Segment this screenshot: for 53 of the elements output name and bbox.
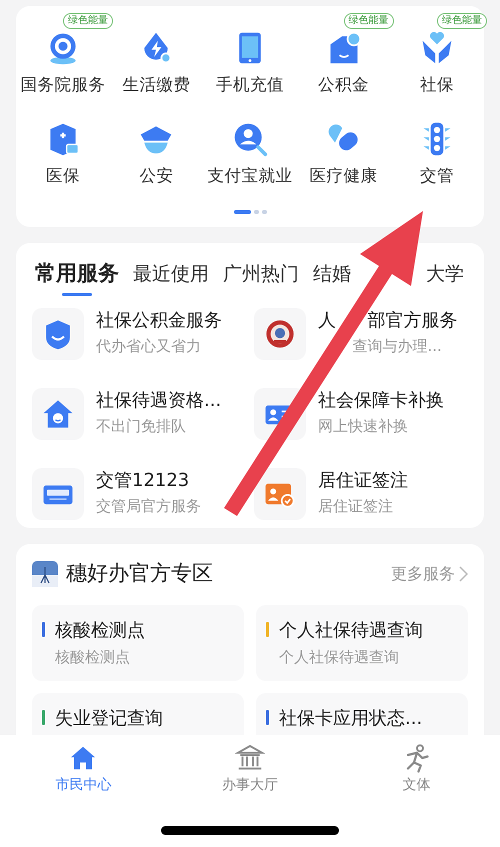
nav-tab[interactable]: 文体 — [333, 735, 500, 805]
icon-tile[interactable] — [254, 468, 306, 520]
service-subtitle: 不出门免排队 — [96, 416, 186, 438]
tile-title: 个人社保待遇查询 — [279, 619, 423, 644]
service-title[interactable]: 人 — [318, 310, 336, 332]
service-subtitle: 交管局官方服务 — [96, 496, 201, 518]
energy-badge: 绿色能量 — [344, 13, 394, 29]
icon-tile[interactable] — [32, 308, 84, 360]
category-tab[interactable]: 常用服务 — [35, 260, 119, 296]
service-title[interactable]: 社保公积金服务 — [96, 310, 222, 332]
service-tile[interactable]: 社保卡应用状态... — [256, 692, 468, 735]
service-label[interactable]: 生活缴费 — [122, 75, 190, 95]
service-label[interactable]: 社保 — [420, 75, 454, 95]
energy-badge: 绿色能量 — [437, 13, 488, 29]
nav-tab[interactable]: 市民中心 — [0, 735, 167, 805]
category-tab[interactable]: 最近使用 — [133, 262, 209, 296]
service-label[interactable]: 医保 — [46, 166, 80, 186]
service-title[interactable]: 交管12123 — [96, 470, 190, 492]
service-label[interactable]: 手机充值 — [216, 75, 284, 95]
tile-subtitle: 个人社保待遇查询 — [279, 647, 400, 668]
nav-tab[interactable]: 办事大厅 — [166, 735, 334, 805]
icon-tile[interactable] — [32, 388, 84, 440]
service-title[interactable]: 社保待遇资格... — [96, 390, 222, 412]
category-tab[interactable]: 大学 — [426, 262, 464, 296]
service-tile[interactable]: 个人社保待遇查询 个人社保待遇查询 — [256, 605, 468, 681]
icon-tile[interactable] — [254, 308, 306, 360]
service-subtitle: 查询与办理... — [352, 336, 442, 358]
service-label[interactable]: 公积金 — [318, 75, 370, 95]
icon-tile[interactable] — [32, 468, 84, 520]
service-label[interactable]: 公安 — [139, 166, 174, 186]
category-tab[interactable]: 结婚 — [313, 262, 351, 296]
city-logo-icon — [32, 560, 58, 587]
service-subtitle: 代办省心又省力 — [96, 336, 201, 358]
tile-title: 社保卡应用状态... — [279, 706, 422, 731]
service-label[interactable]: 支付宝就业 — [207, 166, 292, 186]
energy-badge: 绿色能量 — [62, 13, 113, 29]
person-search-icon — [232, 120, 268, 157]
tile-title: 失业登记查询 — [55, 706, 163, 731]
category-tab[interactable]: 广州热门 — [223, 262, 299, 296]
service-label[interactable]: 国务院服务 — [20, 75, 106, 95]
section-title: 穗好办官方专区 — [66, 560, 213, 587]
service-subtitle: 网上快速补换 — [318, 416, 408, 438]
service-tile[interactable]: 失业登记查询 — [32, 692, 244, 735]
service-title[interactable]: 部官方服务 — [368, 310, 458, 332]
service-title[interactable]: 居住证签注 — [318, 470, 408, 492]
chevron-right-icon — [459, 566, 468, 582]
tile-subtitle: 核酸检测点 — [55, 647, 131, 668]
service-label[interactable]: 交管 — [420, 166, 454, 186]
service-tile[interactable]: 核酸检测点 核酸检测点 — [32, 605, 244, 681]
tile-title: 核酸检测点 — [55, 619, 145, 644]
service-label[interactable]: 医疗健康 — [310, 166, 378, 186]
service-title[interactable]: 社会保障卡补换 — [318, 390, 444, 412]
service-subtitle: 居住证签注 — [318, 496, 393, 518]
